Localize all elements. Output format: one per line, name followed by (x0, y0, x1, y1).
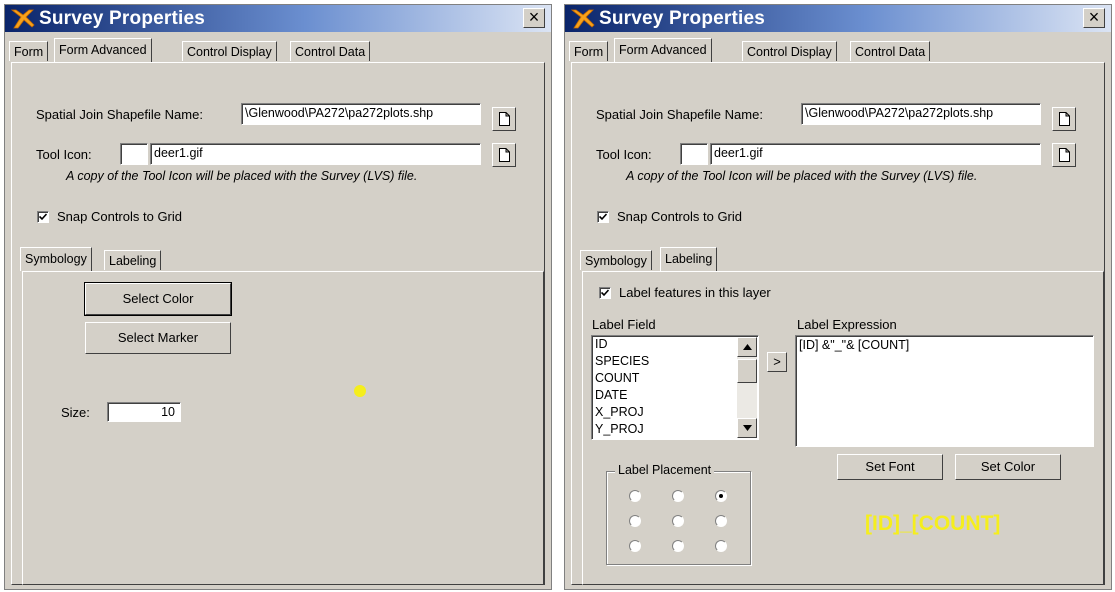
size-input[interactable]: 10 (107, 402, 181, 422)
placement-radio-3[interactable] (629, 515, 641, 527)
tool-icon-label: Tool Icon: (596, 147, 652, 162)
document-icon (1059, 148, 1070, 162)
list-item[interactable]: SPECIES (592, 353, 758, 370)
label-field-list[interactable]: ID SPECIES COUNT DATE X_PROJ Y_PROJ (591, 335, 759, 440)
label-features-checkbox[interactable] (599, 287, 611, 299)
label-expression-input[interactable]: [ID] &"_"& [COUNT] (795, 335, 1094, 447)
title-bar[interactable]: Survey Properties × (565, 5, 1111, 32)
set-color-button[interactable]: Set Color (955, 454, 1061, 480)
tool-icon-input[interactable]: deer1.gif (150, 143, 481, 165)
list-item[interactable]: COUNT (592, 370, 758, 387)
tool-icon-note: A copy of the Tool Icon will be placed w… (626, 169, 978, 183)
snap-controls-checkbox[interactable] (597, 211, 609, 223)
tab-control-data[interactable]: Control Data (290, 41, 371, 61)
placement-radio-1[interactable] (672, 490, 684, 502)
scroll-up-button[interactable] (737, 337, 757, 357)
scroll-down-button[interactable] (737, 418, 757, 438)
form-advanced-pane: Spatial Join Shapefile Name: \Glenwood\P… (11, 62, 545, 585)
scroll-thumb[interactable] (737, 359, 757, 383)
set-font-button[interactable]: Set Font (837, 454, 943, 480)
survey-properties-window-labeling: Survey Properties × Form Form Advanced C… (564, 4, 1112, 590)
select-marker-button[interactable]: Select Marker (85, 322, 231, 354)
list-item[interactable]: Y_PROJ (592, 421, 758, 438)
browse-shapefile-button[interactable] (492, 107, 516, 131)
label-placement-title: Label Placement (615, 463, 715, 477)
label-expression-title: Label Expression (797, 317, 897, 332)
browse-tool-icon-button[interactable] (492, 143, 516, 167)
browse-tool-icon-button[interactable] (1052, 143, 1076, 167)
placement-radio-0[interactable] (629, 490, 641, 502)
spatial-join-input[interactable]: \Glenwood\PA272\pa272plots.shp (801, 103, 1041, 125)
survey-properties-window-symbology: Survey Properties × Form Form Advanced C… (4, 4, 552, 590)
close-button[interactable]: × (523, 8, 545, 28)
document-icon (499, 112, 510, 126)
marker-preview (354, 385, 366, 397)
app-icon (570, 9, 595, 29)
list-item[interactable]: X_PROJ (592, 404, 758, 421)
window-title: Survey Properties (39, 8, 206, 29)
tab-control-data[interactable]: Control Data (850, 41, 931, 61)
title-bar[interactable]: Survey Properties × (5, 5, 551, 32)
tab-control-display[interactable]: Control Display (742, 41, 837, 61)
placement-radio-2[interactable] (715, 490, 727, 502)
field-list-items: ID SPECIES COUNT DATE X_PROJ Y_PROJ (592, 336, 758, 438)
spatial-join-label: Spatial Join Shapefile Name: (36, 107, 203, 122)
placement-radio-8[interactable] (715, 540, 727, 552)
app-icon (10, 9, 35, 29)
select-color-button[interactable]: Select Color (84, 282, 232, 316)
tab-control-display[interactable]: Control Display (182, 41, 277, 61)
tool-icon-input[interactable]: deer1.gif (710, 143, 1041, 165)
subtab-labeling[interactable]: Labeling (660, 247, 718, 271)
close-button[interactable]: × (1083, 8, 1105, 28)
tab-form-advanced[interactable]: Form Advanced (54, 38, 152, 62)
document-icon (1059, 112, 1070, 126)
subtab-labeling[interactable]: Labeling (104, 250, 162, 270)
tab-form-advanced[interactable]: Form Advanced (614, 38, 712, 62)
form-advanced-pane: Spatial Join Shapefile Name: \Glenwood\P… (571, 62, 1105, 585)
spatial-join-label: Spatial Join Shapefile Name: (596, 107, 763, 122)
tab-form[interactable]: Form (9, 41, 49, 61)
label-placement-group: Label Placement (606, 463, 751, 565)
field-list-scrollbar[interactable] (737, 337, 757, 438)
label-preview: [ID]_[COUNT] (865, 512, 1001, 535)
checkmark-icon (39, 213, 47, 221)
checkmark-icon (599, 213, 607, 221)
label-features-label: Label features in this layer (619, 285, 771, 300)
tab-form[interactable]: Form (569, 41, 609, 61)
snap-controls-label: Snap Controls to Grid (617, 209, 743, 224)
document-icon (499, 148, 510, 162)
tool-icon-preview (680, 143, 708, 165)
snap-controls-label: Snap Controls to Grid (57, 209, 183, 224)
spatial-join-input[interactable]: \Glenwood\PA272\pa272plots.shp (241, 103, 481, 125)
placement-radio-5[interactable] (715, 515, 727, 527)
arrow-down-icon (743, 425, 752, 431)
label-field-title: Label Field (592, 317, 656, 332)
placement-radio-6[interactable] (629, 540, 641, 552)
snap-controls-checkbox[interactable] (37, 211, 49, 223)
list-item[interactable]: DATE (592, 387, 758, 404)
size-label: Size: (61, 405, 90, 420)
browse-shapefile-button[interactable] (1052, 107, 1076, 131)
symbology-pane: Select Color Select Marker Size: 10 (22, 271, 544, 585)
checkmark-icon (601, 289, 609, 297)
list-item[interactable]: ID (592, 336, 758, 353)
labeling-pane: Label features in this layer Label Field… (582, 271, 1104, 585)
arrow-up-icon (743, 344, 752, 350)
placement-radio-7[interactable] (672, 540, 684, 552)
subtab-symbology[interactable]: Symbology (20, 247, 92, 271)
tool-icon-note: A copy of the Tool Icon will be placed w… (66, 169, 418, 183)
add-field-button[interactable]: > (767, 352, 787, 372)
subtab-symbology[interactable]: Symbology (580, 250, 652, 270)
placement-radio-4[interactable] (672, 515, 684, 527)
tool-icon-preview (120, 143, 148, 165)
tool-icon-label: Tool Icon: (36, 147, 92, 162)
window-title: Survey Properties (599, 8, 766, 29)
